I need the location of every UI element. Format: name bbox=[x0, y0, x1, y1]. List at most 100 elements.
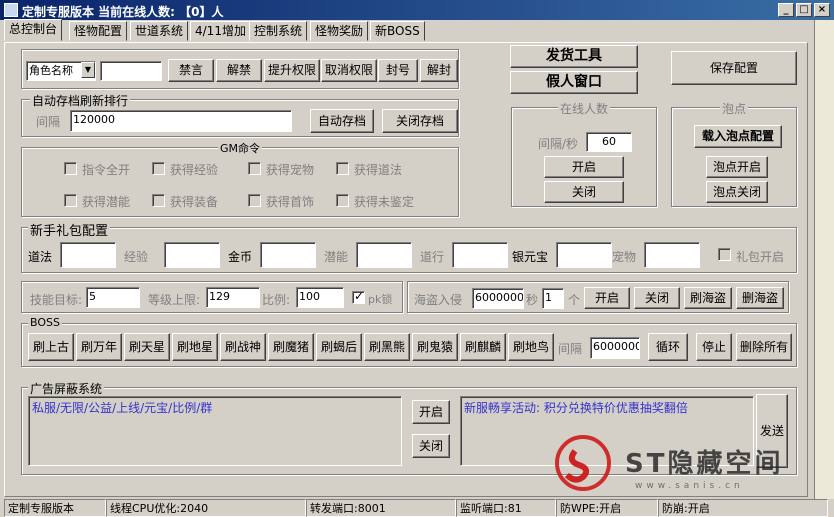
gm-label-3: 获得宠物 bbox=[266, 163, 315, 177]
gm-legend: GM命令 bbox=[217, 140, 263, 156]
ban-button[interactable]: 封号 bbox=[378, 59, 418, 82]
pirate-interval-input[interactable]: 6000000 bbox=[472, 288, 524, 309]
gm-label-5: 获得潜能 bbox=[82, 195, 131, 209]
boss-mozhu-button[interactable]: 刷魔猪 bbox=[268, 333, 314, 361]
silver-ingot-input[interactable] bbox=[556, 242, 612, 268]
revoke-permission-button[interactable]: 取消权限 bbox=[321, 59, 377, 82]
autosave-interval-input[interactable]: 120000 bbox=[70, 110, 292, 132]
fake-window-button[interactable]: 假人窗口 bbox=[510, 71, 638, 94]
gold-input[interactable] bbox=[260, 242, 316, 268]
gm-checkbox-7[interactable] bbox=[248, 194, 261, 207]
online-open-button[interactable]: 开启 bbox=[544, 156, 624, 178]
tab-0411-added[interactable]: 4/11增加 bbox=[190, 21, 251, 41]
boss-tianxing-button[interactable]: 刷天星 bbox=[124, 333, 170, 361]
gm-checkbox-8[interactable] bbox=[336, 194, 349, 207]
status-anti-wpe: 防WPE:开启 bbox=[556, 499, 658, 517]
online-interval-label: 间隔/秒 bbox=[538, 137, 579, 151]
role-select[interactable]: 角色名称 ▼ bbox=[26, 61, 96, 81]
tab-monster-reward[interactable]: 怪物奖励 bbox=[310, 21, 369, 41]
side-scrollbar[interactable] bbox=[814, 20, 834, 499]
status-forward-port: 转发端口:8001 bbox=[306, 499, 456, 517]
unban-button[interactable]: 解封 bbox=[420, 59, 458, 82]
tab-control-system[interactable]: 控制系统 bbox=[249, 21, 308, 41]
spawn-pirate-button[interactable]: 刷海盗 bbox=[684, 287, 732, 309]
level-cap-label: 等级上限: bbox=[148, 293, 201, 307]
close-autosave-button[interactable]: 关闭存档 bbox=[382, 109, 458, 133]
boss-delete-all-button[interactable]: 删除所有 bbox=[736, 333, 792, 361]
watermark: ST隐藏空间 www.sanis.cn bbox=[545, 433, 834, 498]
chevron-down-icon[interactable]: ▼ bbox=[81, 62, 95, 78]
online-interval-input[interactable]: 60 bbox=[586, 132, 632, 152]
daofa-input[interactable] bbox=[60, 242, 116, 268]
daoxing-input[interactable] bbox=[452, 242, 508, 268]
ads-close-button[interactable]: 关闭 bbox=[412, 434, 450, 458]
pirate-unit-label: 个 bbox=[568, 293, 581, 307]
boss-shanggu-button[interactable]: 刷上古 bbox=[28, 333, 74, 361]
tab-monster-config[interactable]: 怪物配置 bbox=[69, 21, 128, 41]
maximize-icon[interactable]: □ bbox=[796, 3, 812, 17]
pet-input[interactable] bbox=[644, 242, 700, 268]
bubble-close-button[interactable]: 泡点关闭 bbox=[706, 181, 768, 203]
boss-xiehou-button[interactable]: 刷蝎后 bbox=[316, 333, 362, 361]
level-cap-input[interactable]: 129 bbox=[206, 287, 260, 308]
role-select-value: 角色名称 bbox=[29, 64, 73, 77]
status-bar: 定制专服版本 线程CPU优化:2040 转发端口:8001 监听端口:81 防W… bbox=[0, 499, 834, 517]
gm-checkbox-5[interactable] bbox=[64, 194, 77, 207]
newbie-legend: 新手礼包配置 bbox=[28, 220, 111, 239]
delete-pirate-button[interactable]: 删海盗 bbox=[736, 287, 784, 309]
boss-qilin-button[interactable]: 刷麒麟 bbox=[460, 333, 506, 361]
gift-open-checkbox[interactable] bbox=[718, 248, 731, 261]
close-icon[interactable]: × bbox=[814, 3, 830, 17]
raise-permission-button[interactable]: 提升权限 bbox=[264, 59, 320, 82]
ads-open-button[interactable]: 开启 bbox=[412, 400, 450, 424]
boss-loop-button[interactable]: 循环 bbox=[648, 333, 688, 361]
boss-guiyuan-button[interactable]: 刷鬼猿 bbox=[412, 333, 458, 361]
pirate-close-button[interactable]: 关闭 bbox=[634, 287, 680, 309]
boss-interval-input[interactable]: 6000000 bbox=[590, 337, 640, 359]
gm-label-4: 获得道法 bbox=[354, 163, 403, 177]
boss-diniao-button[interactable]: 刷地鸟 bbox=[508, 333, 554, 361]
tab-world-system[interactable]: 世道系统 bbox=[130, 21, 189, 41]
status-listen-port: 监听端口:81 bbox=[456, 499, 556, 517]
unmute-button[interactable]: 解禁 bbox=[216, 59, 262, 82]
boss-wannian-button[interactable]: 刷万年 bbox=[76, 333, 122, 361]
gm-checkbox-4[interactable] bbox=[336, 162, 349, 175]
gm-checkbox-6[interactable] bbox=[152, 194, 165, 207]
ads-block-textarea[interactable]: 私服/无限/公益/上线/元宝/比例/群 bbox=[28, 396, 402, 466]
boss-zhanshen-button[interactable]: 刷战神 bbox=[220, 333, 266, 361]
online-close-button[interactable]: 关闭 bbox=[544, 181, 624, 203]
gm-checkbox-3[interactable] bbox=[248, 162, 261, 175]
boss-heixiong-button[interactable]: 刷黑熊 bbox=[364, 333, 410, 361]
load-bubble-config-button[interactable]: 载入泡点配置 bbox=[694, 125, 782, 148]
watermark-url: www.sanis.cn bbox=[635, 481, 744, 491]
tab-new-boss[interactable]: 新BOSS bbox=[370, 21, 425, 41]
boss-stop-button[interactable]: 停止 bbox=[696, 333, 732, 361]
potential-input[interactable] bbox=[356, 242, 412, 268]
gm-label-8: 获得未鉴定 bbox=[354, 195, 415, 209]
mute-button[interactable]: 禁言 bbox=[168, 59, 214, 82]
pirate-open-button[interactable]: 开启 bbox=[584, 287, 630, 309]
autosave-button[interactable]: 自动存档 bbox=[310, 109, 374, 133]
gm-label-6: 获得装备 bbox=[170, 195, 219, 209]
ratio-input[interactable]: 100 bbox=[296, 287, 344, 308]
skill-target-input[interactable]: 5 bbox=[86, 287, 140, 308]
pirate-count-input[interactable]: 1 bbox=[542, 288, 564, 309]
tab-console[interactable]: 总控制台 bbox=[4, 19, 63, 41]
skill-target-label: 技能目标: bbox=[30, 293, 83, 307]
pirate-label: 海盗入侵 bbox=[414, 293, 463, 307]
pk-lock-label: pk锁 bbox=[368, 293, 393, 306]
save-config-button[interactable]: 保存配置 bbox=[671, 51, 797, 85]
ship-tool-button[interactable]: 发货工具 bbox=[510, 45, 638, 68]
app-icon bbox=[4, 3, 18, 17]
bubble-open-button[interactable]: 泡点开启 bbox=[706, 156, 768, 178]
exp-input[interactable] bbox=[164, 242, 220, 268]
gm-checkbox-1[interactable] bbox=[64, 162, 77, 175]
autosave-legend: 自动存档刷新排行 bbox=[30, 92, 131, 109]
newbie-gift-group: 新手礼包配置 道法 经验 金币 潜能 道行 银元宝 宠物 礼包开启 bbox=[21, 220, 797, 273]
role-name-input[interactable] bbox=[100, 61, 162, 81]
pk-lock-checkbox[interactable] bbox=[352, 289, 365, 304]
status-anti-crash: 防崩:开启 bbox=[658, 499, 828, 517]
boss-dixing-button[interactable]: 刷地星 bbox=[172, 333, 218, 361]
gm-checkbox-2[interactable] bbox=[152, 162, 165, 175]
minimize-icon[interactable]: _ bbox=[778, 3, 794, 17]
